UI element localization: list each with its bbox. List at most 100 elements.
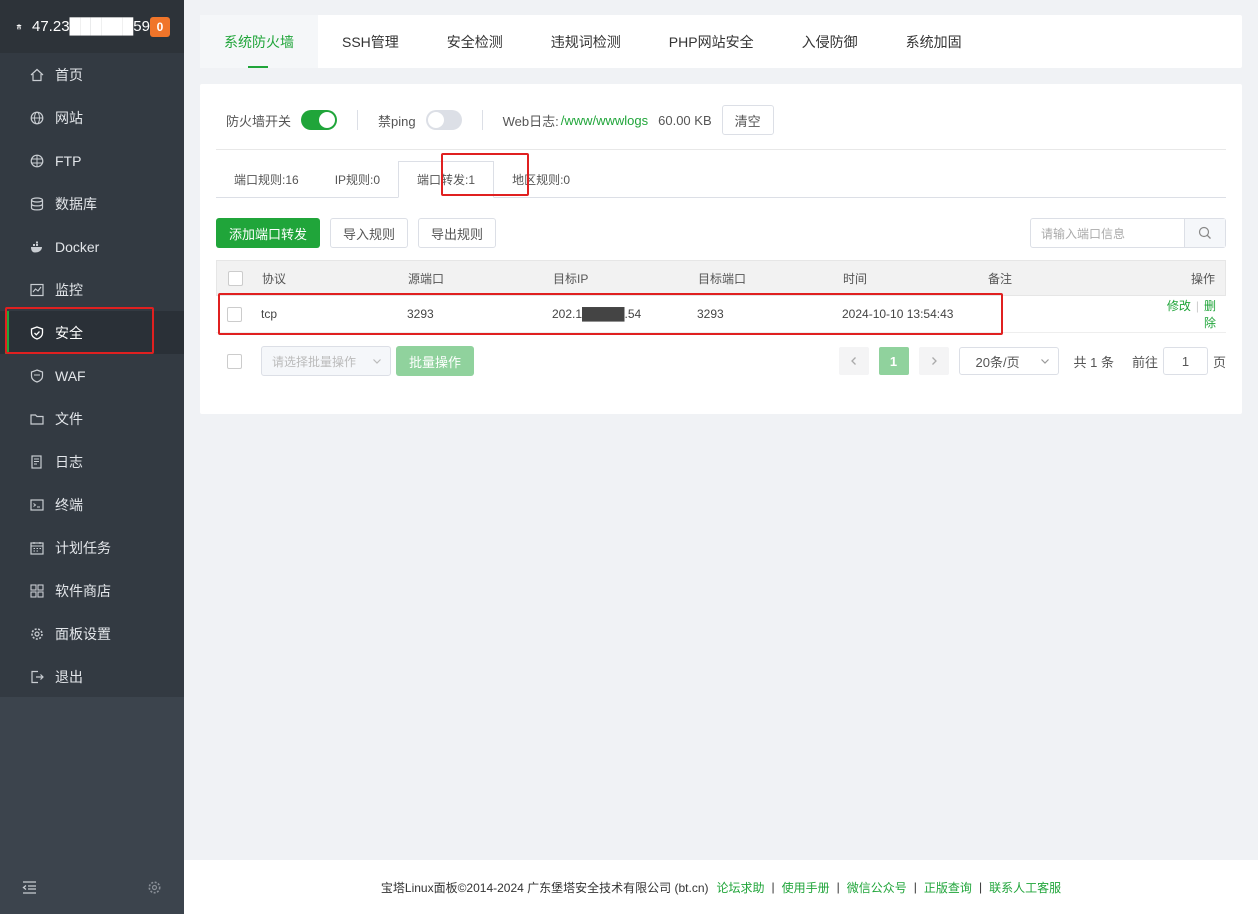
batch-select-checkbox[interactable] [227, 353, 242, 369]
sidebar: 47.23██████59 0 首页 网站 FTP 数据库 Docker 监控 [0, 0, 184, 914]
toggle-knob [319, 112, 336, 128]
sidebar-item-logs[interactable]: 日志 [0, 440, 184, 483]
sidebar-item-label: 数据库 [55, 195, 97, 212]
batch-select-placeholder: 请选择批量操作 [272, 354, 357, 369]
sidebar-item-cron[interactable]: 计划任务 [0, 526, 184, 569]
column-header: 目标端口 [698, 271, 747, 286]
rule-subtabs: 端口规则:16 IP规则:0 端口转发:1 地区规则:0 [216, 161, 1226, 198]
edit-link[interactable]: 修改 [1167, 299, 1191, 313]
wechat-link[interactable]: 微信公众号 [847, 879, 907, 896]
tab-ssh[interactable]: SSH管理 [318, 15, 423, 68]
search-input[interactable]: 请输入端口信息 [1031, 219, 1184, 247]
sidebar-item-label: 计划任务 [55, 539, 111, 556]
table-footer: 请选择批量操作 批量操作 1 20条/页 共 1 条 前往 1 页 [216, 346, 1226, 376]
weblog-size: 60.00 KB [658, 112, 712, 128]
license-check-link[interactable]: 正版查询 [924, 879, 972, 896]
tab-hardening[interactable]: 系统加固 [882, 15, 986, 68]
subtab-ip-rules[interactable]: IP规则:0 [317, 161, 398, 197]
firewall-switch-label: 防火墙开关 [226, 113, 292, 129]
column-header: 协议 [262, 271, 287, 286]
cell-protocol: tcp [261, 307, 278, 321]
settings-gear-icon[interactable] [147, 880, 162, 895]
clear-log-button[interactable]: 清空 [721, 105, 774, 135]
sidebar-item-docker[interactable]: Docker [0, 225, 184, 268]
export-rules-button[interactable]: 导出规则 [418, 218, 497, 248]
sidebar-item-terminal[interactable]: 终端 [0, 483, 184, 526]
globe-icon [30, 111, 44, 125]
collapse-menu-icon[interactable] [22, 880, 37, 895]
sidebar-item-settings[interactable]: 面板设置 [0, 612, 184, 655]
tab-security-check[interactable]: 安全检测 [423, 15, 527, 68]
delete-link[interactable]: 删除 [1204, 299, 1216, 330]
home-icon [30, 68, 44, 82]
firewall-toggle[interactable] [301, 110, 338, 130]
weblog-path-link[interactable]: /www/wwwlogs [561, 113, 648, 128]
subtab-region-rules[interactable]: 地区规则:0 [494, 161, 588, 197]
column-header: 操作 [1190, 271, 1215, 286]
divider: | [978, 880, 983, 894]
select-all-checkbox[interactable] [228, 270, 243, 286]
tab-php-security[interactable]: PHP网站安全 [645, 15, 778, 68]
sidebar-item-database[interactable]: 数据库 [0, 182, 184, 225]
sidebar-item-website[interactable]: 网站 [0, 96, 184, 139]
page-unit-label: 页 [1212, 354, 1226, 370]
calendar-icon [30, 541, 44, 555]
support-link[interactable]: 联系人工客服 [989, 879, 1061, 896]
sidebar-item-label: 退出 [55, 668, 83, 685]
row-checkbox[interactable] [227, 306, 242, 322]
page-size-select[interactable]: 20条/页 [958, 347, 1059, 375]
page-footer: 宝塔Linux面板©2014-2024 广东堡塔安全技术有限公司 (bt.cn)… [184, 860, 1258, 914]
page-number[interactable]: 1 [878, 347, 909, 375]
tab-illegal-words[interactable]: 违规词检测 [527, 15, 645, 68]
port-search: 请输入端口信息 [1030, 218, 1226, 248]
sidebar-item-label: 监控 [55, 281, 83, 298]
pagination: 1 20条/页 共 1 条 前往 1 页 [838, 346, 1226, 376]
tab-intrusion[interactable]: 入侵防御 [778, 15, 882, 68]
ping-label: 禁ping [378, 113, 416, 129]
divider [216, 149, 1226, 150]
table-header: 协议 源端口 目标IP 目标端口 时间 备注 操作 [216, 260, 1226, 296]
prev-page-button[interactable] [838, 347, 869, 375]
firewall-panel: 防火墙开关 禁ping Web日志: /www/wwwlogs 60.00 KB… [200, 84, 1242, 414]
manual-link[interactable]: 使用手册 [782, 879, 830, 896]
weblog-label: Web日志: [502, 113, 559, 129]
ftp-icon [30, 154, 44, 168]
subtab-port-rules[interactable]: 端口规则:16 [216, 161, 317, 197]
add-port-forward-button[interactable]: 添加端口转发 [216, 218, 321, 248]
ping-toggle[interactable] [425, 110, 462, 130]
forum-help-link[interactable]: 论坛求助 [717, 879, 765, 896]
goto-page-input[interactable]: 1 [1162, 347, 1208, 375]
search-icon [1198, 226, 1211, 239]
sidebar-item-logout[interactable]: 退出 [0, 655, 184, 698]
search-button[interactable] [1184, 219, 1225, 247]
logout-icon [30, 670, 44, 684]
divider [357, 110, 359, 130]
port-forward-table: 协议 源端口 目标IP 目标端口 时间 备注 操作 tcp 3293 202.1… [216, 260, 1226, 333]
next-page-button[interactable] [918, 347, 949, 375]
sidebar-item-label: 文件 [55, 410, 83, 427]
divider: | [913, 880, 917, 894]
sidebar-item-security[interactable]: 安全 [0, 311, 184, 354]
sidebar-item-ftp[interactable]: FTP [0, 139, 184, 182]
sidebar-item-store[interactable]: 软件商店 [0, 569, 184, 612]
batch-operation-button[interactable]: 批量操作 [396, 346, 475, 376]
column-header: 目标IP [553, 271, 589, 286]
folder-icon [30, 412, 44, 426]
sidebar-item-home[interactable]: 首页 [0, 53, 184, 96]
sidebar-item-label: 日志 [55, 453, 83, 470]
column-header: 时间 [843, 271, 868, 286]
waf-icon [30, 368, 44, 383]
server-header: 47.23██████59 0 [0, 0, 184, 53]
divider [481, 110, 483, 130]
sidebar-item-waf[interactable]: WAF [0, 354, 184, 397]
sidebar-item-files[interactable]: 文件 [0, 397, 184, 440]
subtab-port-forward[interactable]: 端口转发:1 [398, 161, 495, 198]
notification-badge[interactable]: 0 [150, 16, 170, 37]
batch-operation-select[interactable]: 请选择批量操作 [261, 346, 391, 376]
import-rules-button[interactable]: 导入规则 [330, 218, 409, 248]
tab-firewall[interactable]: 系统防火墙 [200, 15, 318, 68]
sidebar-item-monitor[interactable]: 监控 [0, 268, 184, 311]
cell-target-port: 3293 [697, 307, 724, 321]
sidebar-bottom [0, 860, 184, 914]
monitor-icon [30, 283, 44, 297]
